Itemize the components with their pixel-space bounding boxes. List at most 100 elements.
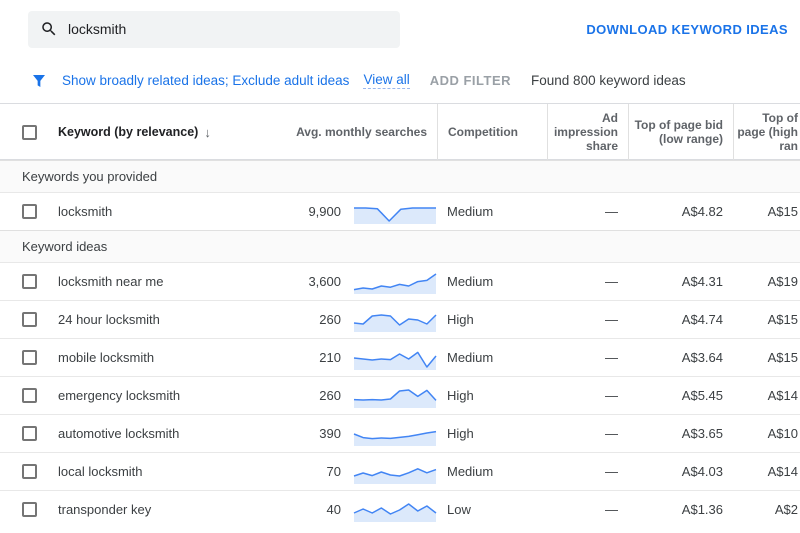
section-header-row: Keywords you provided <box>0 160 800 192</box>
row-checkbox-cell <box>0 464 52 479</box>
avg-monthly-searches-value: 40 <box>326 502 341 517</box>
ad-impression-share-value: — <box>605 312 618 327</box>
sparkline-svg <box>353 502 437 522</box>
row-checkbox[interactable] <box>22 312 37 327</box>
column-header-ad-impression-share[interactable]: Ad impression share <box>547 104 628 160</box>
avg-monthly-searches-value: 9,900 <box>308 204 341 219</box>
competition-value: Medium <box>447 350 494 365</box>
competition-value: Medium <box>447 274 494 289</box>
page: { "colors": { "accent": "#1a73e8", "spar… <box>0 0 800 533</box>
top-of-page-bid-high-value: A$14 <box>767 464 798 479</box>
trend-sparkline <box>353 383 437 409</box>
trend-sparkline <box>353 269 437 295</box>
ad-impression-share-value: — <box>605 502 618 517</box>
section-header-row: Keyword ideas <box>0 230 800 262</box>
sparkline-svg <box>353 467 437 484</box>
topbar: DOWNLOAD KEYWORD IDEAS <box>0 0 800 58</box>
section-label: Keywords you provided <box>22 169 158 184</box>
keyword-row[interactable]: emergency locksmith 260 High — A$5.45 A$… <box>0 376 800 414</box>
trend-sparkline <box>353 345 437 371</box>
sparkline-svg <box>353 313 437 332</box>
section-label: Keyword ideas <box>22 239 108 254</box>
top-of-page-bid-high-value: A$14 <box>767 388 798 403</box>
row-checkbox[interactable] <box>22 274 37 289</box>
ad-impression-share-value: — <box>605 426 618 441</box>
view-all-link[interactable]: View all <box>363 72 410 89</box>
found-keyword-count: Found 800 keyword ideas <box>531 73 686 88</box>
top-of-page-bid-high-value: A$15 <box>767 350 798 365</box>
avg-monthly-searches-cell: 390 <box>282 421 437 447</box>
row-checkbox[interactable] <box>22 350 37 365</box>
avg-monthly-searches-cell: 9,900 <box>282 199 437 225</box>
top-of-page-bid-high-value: A$2 <box>774 502 798 517</box>
row-checkbox[interactable] <box>22 204 37 219</box>
avg-monthly-searches-cell: 210 <box>282 345 437 371</box>
sparkline-svg <box>353 351 437 370</box>
top-of-page-bid-high-value: A$15 <box>767 312 798 327</box>
avg-monthly-searches-value: 210 <box>319 350 341 365</box>
competition-value: High <box>447 388 474 403</box>
top-of-page-bid-high-value: A$15 <box>767 204 798 219</box>
sparkline-svg <box>353 388 437 408</box>
filter-bar: Show broadly related ideas; Exclude adul… <box>0 58 800 104</box>
row-checkbox[interactable] <box>22 464 37 479</box>
ad-impression-share-value: — <box>605 350 618 365</box>
top-of-page-bid-high-value: A$19 <box>767 274 798 289</box>
active-filters-link[interactable]: Show broadly related ideas; Exclude adul… <box>62 73 349 88</box>
sort-descending-icon: ↓ <box>204 124 211 140</box>
select-all-checkbox[interactable] <box>22 124 37 140</box>
row-checkbox-cell <box>0 204 52 219</box>
table-header: Keyword (by relevance) ↓ Avg. monthly se… <box>0 104 800 160</box>
keyword-row[interactable]: transponder key 40 Low — A$1.36 A$2 <box>0 490 800 528</box>
trend-sparkline <box>353 307 437 333</box>
trend-sparkline <box>353 199 437 225</box>
column-header-competition[interactable]: Competition <box>437 104 547 160</box>
column-header-bid-low[interactable]: Top of page bid (low range) <box>628 104 733 160</box>
column-header-searches[interactable]: Avg. monthly searches <box>282 104 437 160</box>
sparkline-svg <box>354 206 436 224</box>
top-of-page-bid-low-value: A$3.64 <box>681 350 723 365</box>
competition-value: High <box>447 312 474 327</box>
search-input[interactable] <box>68 21 388 37</box>
avg-monthly-searches-cell: 260 <box>282 383 437 409</box>
trend-sparkline <box>353 459 437 485</box>
keyword-row[interactable]: mobile locksmith 210 Medium — A$3.64 A$1… <box>0 338 800 376</box>
row-checkbox[interactable] <box>22 388 37 403</box>
row-checkbox[interactable] <box>22 502 37 517</box>
competition-value: Medium <box>447 204 494 219</box>
filter-icon[interactable] <box>30 72 48 90</box>
trend-sparkline <box>353 421 437 447</box>
top-of-page-bid-low-value: A$4.82 <box>681 204 723 219</box>
keyword-row[interactable]: automotive locksmith 390 High — A$3.65 A… <box>0 414 800 452</box>
avg-monthly-searches-cell: 40 <box>282 497 437 523</box>
keyword-row[interactable]: locksmith 9,900 Medium — A$4.82 A$15 <box>0 192 800 230</box>
table-body: Keywords you provided locksmith 9,900 Me… <box>0 160 800 528</box>
download-keyword-ideas-link[interactable]: DOWNLOAD KEYWORD IDEAS <box>586 22 788 37</box>
avg-monthly-searches-value: 3,600 <box>308 274 341 289</box>
keyword-label: mobile locksmith <box>58 350 155 365</box>
search-icon <box>40 20 58 38</box>
keyword-row[interactable]: 24 hour locksmith 260 High — A$4.74 A$15 <box>0 300 800 338</box>
avg-monthly-searches-value: 260 <box>319 388 341 403</box>
row-checkbox-cell <box>0 274 52 289</box>
keyword-label: automotive locksmith <box>58 426 180 441</box>
column-header-bid-high[interactable]: Top of page (high ran <box>733 104 800 160</box>
ad-impression-share-value: — <box>605 204 618 219</box>
ad-impression-share-value: — <box>605 464 618 479</box>
keyword-label: locksmith <box>58 204 113 219</box>
row-checkbox-cell <box>0 312 52 327</box>
top-of-page-bid-low-value: A$4.74 <box>681 312 723 327</box>
keyword-search-box[interactable] <box>28 10 400 48</box>
keyword-column-label: Keyword (by relevance) <box>58 125 199 139</box>
keyword-row[interactable]: locksmith near me 3,600 Medium — A$4.31 … <box>0 262 800 300</box>
top-of-page-bid-low-value: A$5.45 <box>681 388 723 403</box>
column-header-keyword[interactable]: Keyword (by relevance) ↓ <box>52 104 282 160</box>
avg-monthly-searches-value: 70 <box>326 464 341 479</box>
keyword-label: transponder key <box>58 502 152 517</box>
row-checkbox-cell <box>0 426 52 441</box>
keyword-label: emergency locksmith <box>58 388 181 403</box>
select-all-cell <box>0 104 52 160</box>
row-checkbox[interactable] <box>22 426 37 441</box>
add-filter-button[interactable]: ADD FILTER <box>430 73 511 88</box>
keyword-row[interactable]: local locksmith 70 Medium — A$4.03 A$14 <box>0 452 800 490</box>
